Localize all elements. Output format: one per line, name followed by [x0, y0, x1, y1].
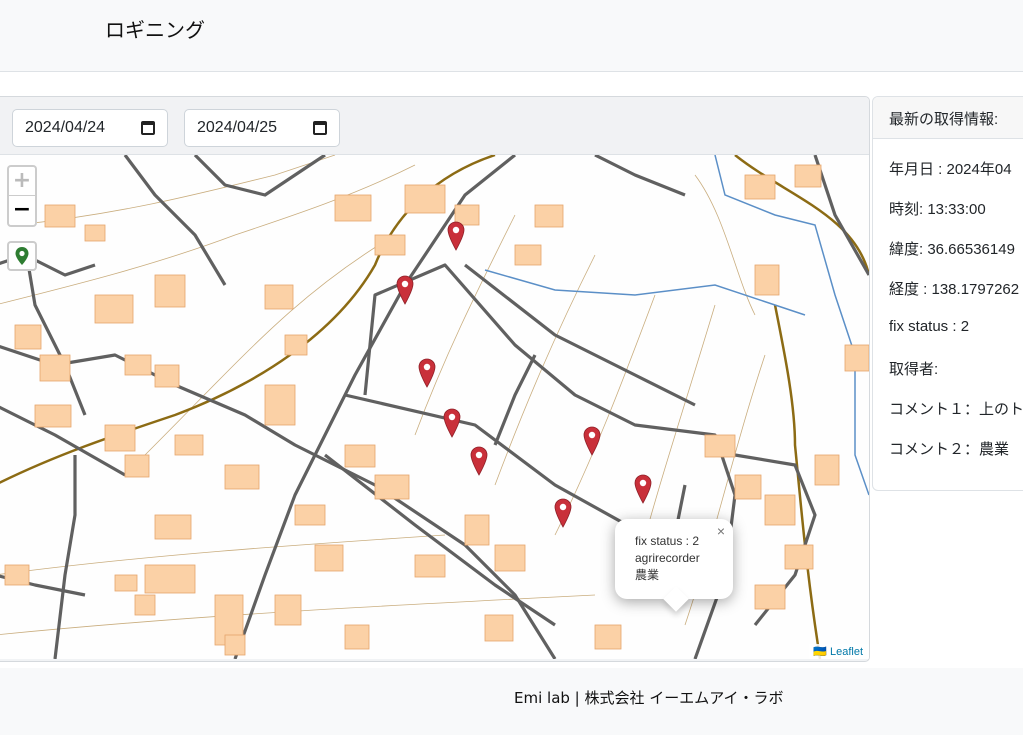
locate-button[interactable]	[7, 241, 37, 271]
latest-info-heading: 最新の取得情報:	[873, 97, 1023, 139]
info-comment-2: コメント２：農業	[889, 441, 1010, 458]
info-longitude: 経度 : 138.1797262	[889, 281, 1020, 298]
start-date-value: 2024/04/24	[25, 119, 106, 136]
info-date: 年月日 : 2024年04	[889, 161, 1012, 178]
map-marker[interactable]	[470, 446, 488, 476]
leaflet-link[interactable]: Leaflet	[830, 646, 863, 658]
location-pin-icon	[15, 247, 29, 265]
start-date-input[interactable]: 2024/04/24	[12, 109, 168, 147]
popup-comment: 農業	[635, 568, 660, 582]
map-marker[interactable]	[634, 474, 652, 504]
map-marker[interactable]	[443, 408, 461, 438]
info-fix-status: fix status : 2	[889, 318, 970, 335]
zoom-control: + −	[7, 165, 37, 227]
info-acquirer: 取得者:	[889, 361, 939, 378]
flag-icon: 🇺🇦	[813, 646, 830, 658]
map-card: 2024/04/24 2024/04/25 + − × fix status:…	[0, 96, 870, 662]
map-marker[interactable]	[396, 275, 414, 305]
info-comment-1: コメント１：上のト	[889, 401, 1023, 418]
map-marker[interactable]	[583, 426, 601, 456]
footer-text: Emi lab | 株式会社 イーエムアイ・ラボ	[514, 689, 784, 707]
zoom-in-button[interactable]: +	[9, 167, 35, 196]
zoom-out-button[interactable]: −	[9, 196, 35, 225]
app-footer: Emi lab | 株式会社 イーエムアイ・ラボ	[0, 668, 1023, 735]
popup-fix-status: fix status : 2	[635, 534, 700, 548]
info-time: 時刻: 13:33:00	[889, 201, 986, 218]
info-latitude: 緯度: 36.66536149	[889, 241, 1015, 258]
page-title: ロギニング	[105, 18, 205, 42]
popup-user: agrirecorder	[635, 551, 700, 565]
date-filter-bar: 2024/04/24 2024/04/25	[0, 97, 869, 155]
map-tiles	[0, 155, 869, 659]
calendar-icon[interactable]	[313, 121, 327, 135]
marker-popup: × fix status : 2 agrirecorder 農業	[615, 519, 733, 612]
app-header: ロギニング	[0, 0, 1023, 72]
map-marker[interactable]	[447, 221, 465, 251]
end-date-value: 2024/04/25	[197, 119, 278, 136]
map-marker[interactable]	[418, 358, 436, 388]
map-marker[interactable]	[554, 498, 572, 528]
map-view[interactable]: + − × fix status : 2 agrirecorder 農業 🇺🇦 …	[0, 155, 869, 659]
map-attribution: 🇺🇦 Leaflet	[809, 644, 869, 659]
end-date-input[interactable]: 2024/04/25	[184, 109, 340, 147]
calendar-icon[interactable]	[141, 121, 155, 135]
latest-info-card: 最新の取得情報: 年月日 : 2024年04 時刻: 13:33:00 緯度: …	[872, 96, 1023, 491]
